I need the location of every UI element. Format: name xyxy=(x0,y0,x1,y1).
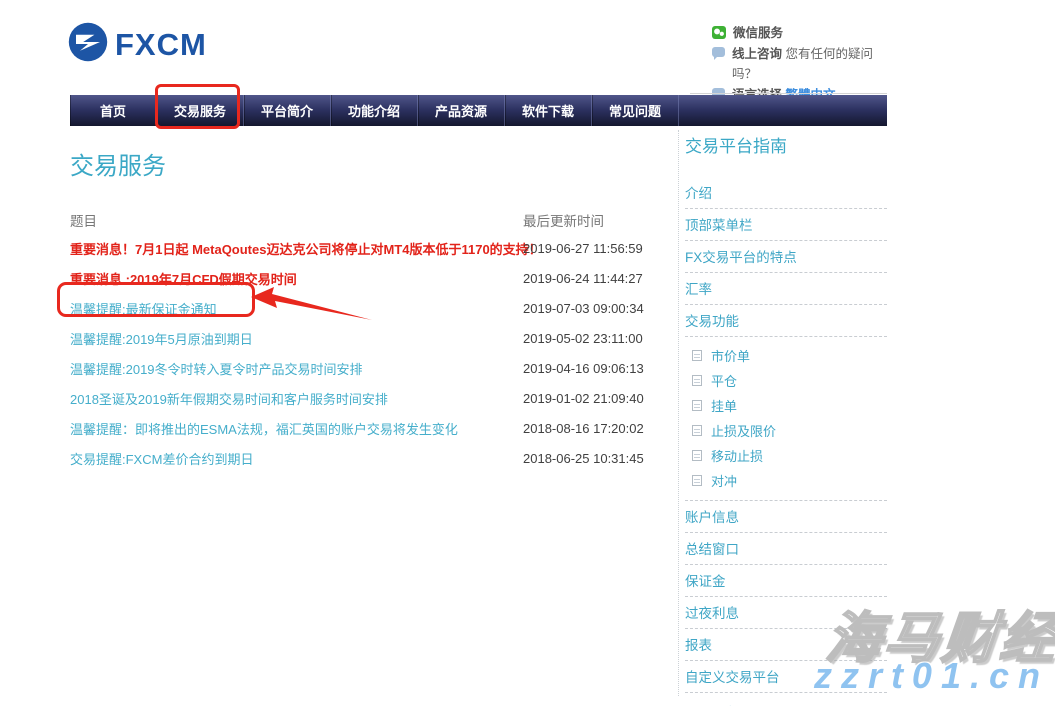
nav-home[interactable]: 首页 xyxy=(70,95,157,126)
announcement-date: 2019-05-02 23:11:00 xyxy=(523,331,643,346)
document-icon xyxy=(692,425,702,436)
announcement-link[interactable]: 温馨提醒：即将推出的ESMA法规，福汇英国的账户交易将发生变化 xyxy=(70,419,523,438)
announcement-date: 2019-06-27 11:56:59 xyxy=(523,241,643,256)
nav-software-download[interactable]: 软件下载 xyxy=(505,95,592,126)
nav-faq[interactable]: 常见问题 xyxy=(592,95,679,126)
sidebar-item-market-order[interactable]: 市价单 xyxy=(685,343,887,368)
wechat-icon xyxy=(712,26,726,39)
page-title: 交易服务 xyxy=(70,146,687,181)
sidebar-item-exchange-rate[interactable]: 汇率 xyxy=(685,273,887,305)
annotation-arrow xyxy=(249,286,374,329)
announcement-row: 温馨提醒:2019年5月原油到期日 2019-05-02 23:11:00 xyxy=(70,323,687,353)
sidebar-subgroup-trading-functions: 市价单 平仓 挂单 止损及限价 移动止损 对冲 xyxy=(685,337,887,501)
announcement-row: 温馨提醒：即将推出的ESMA法规，福汇英国的账户交易将发生变化 2018-08-… xyxy=(70,413,687,443)
online-chat-label: 线上咨询 xyxy=(732,47,782,61)
sidebar-item-label: 市价单 xyxy=(711,346,750,365)
nav-features[interactable]: 功能介绍 xyxy=(331,95,418,126)
document-icon xyxy=(692,450,702,461)
sidebar-item-language[interactable]: 语言 xyxy=(685,699,887,706)
announcement-date: 2018-08-16 17:20:02 xyxy=(523,421,644,436)
sidebar-item-top-menu-bar[interactable]: 顶部菜单栏 xyxy=(685,209,887,241)
sidebar-item-fx-platform-features[interactable]: FX交易平台的特点 xyxy=(685,241,887,273)
online-chat-text: 线上咨询 您有任何的疑问吗？ xyxy=(732,45,890,84)
announcement-date: 2019-07-03 09:00:34 xyxy=(523,301,644,316)
logo-wordmark: FXCM xyxy=(115,27,207,63)
announcement-link[interactable]: 2018圣诞及2019新年假期交易时间和客户服务时间安排 xyxy=(70,389,523,408)
announcement-link[interactable]: 重要消息！7月1日起 MetaQoutes迈达克公司将停止对MT4版本低于117… xyxy=(70,239,523,258)
sidebar-item-label: 止损及限价 xyxy=(711,421,776,440)
announcement-row: 2018圣诞及2019新年假期交易时间和客户服务时间安排 2019-01-02 … xyxy=(70,383,687,413)
announcement-link[interactable]: 交易提醒:FXCM差价合约到期日 xyxy=(70,449,523,468)
announcement-row: 重要消息！7月1日起 MetaQoutes迈达克公司将停止对MT4版本低于117… xyxy=(70,233,687,263)
watermark-site-url: zzrt01.cn xyxy=(814,655,1049,697)
column-header-updated: 最后更新时间 xyxy=(523,210,604,230)
sidebar-item-trailing-stop[interactable]: 移动止损 xyxy=(685,443,887,468)
sidebar-item-label: 移动止损 xyxy=(711,446,763,465)
announcement-row: 温馨提醒:2019冬令时转入夏令时产品交易时间安排 2019-04-16 09:… xyxy=(70,353,687,383)
sidebar-title: 交易平台指南 xyxy=(685,132,887,177)
sidebar-item-stop-limit[interactable]: 止损及限价 xyxy=(685,418,887,443)
sidebar-item-label: 挂单 xyxy=(711,396,737,415)
sidebar-item-hedging[interactable]: 对冲 xyxy=(685,468,887,493)
announcement-date: 2018-06-25 10:31:45 xyxy=(523,451,644,466)
fxcm-logo[interactable]: FXCM xyxy=(68,22,207,67)
nav-platform-intro[interactable]: 平台简介 xyxy=(244,95,331,126)
sidebar-item-trading-functions[interactable]: 交易功能 xyxy=(685,305,887,337)
wechat-service-label: 微信服务 xyxy=(733,24,783,43)
wechat-service-link[interactable]: 微信服务 xyxy=(712,24,890,43)
announcement-link[interactable]: 温馨提醒:2019冬令时转入夏令时产品交易时间安排 xyxy=(70,359,523,378)
chat-bubble-icon xyxy=(712,47,725,57)
sidebar-item-summary-window[interactable]: 总结窗口 xyxy=(685,533,887,565)
online-chat-link[interactable]: 线上咨询 您有任何的疑问吗？ xyxy=(712,45,890,84)
sidebar-item-account-info[interactable]: 账户信息 xyxy=(685,501,887,533)
nav-product-resources[interactable]: 产品资源 xyxy=(418,95,505,126)
announcement-date: 2019-04-16 09:06:13 xyxy=(523,361,644,376)
annotation-box-nav-trading-services xyxy=(155,84,240,129)
annotation-box-margin-notice xyxy=(57,282,255,317)
header-divider xyxy=(690,93,887,94)
announcement-row: 交易提醒:FXCM差价合约到期日 2018-06-25 10:31:45 xyxy=(70,443,687,473)
announcement-link[interactable]: 温馨提醒:2019年5月原油到期日 xyxy=(70,329,523,348)
announcement-date: 2019-06-24 11:44:27 xyxy=(523,271,643,286)
column-header-title: 题目 xyxy=(70,210,523,230)
fxcm-logo-icon xyxy=(68,22,108,67)
document-icon xyxy=(692,475,702,486)
sidebar-item-pending-order[interactable]: 挂单 xyxy=(685,393,887,418)
announcement-date: 2019-01-02 21:09:40 xyxy=(523,391,644,406)
document-icon xyxy=(692,350,702,361)
fxcm-trading-services-page: FXCM 微信服务 线上咨询 您有任何的疑问吗？ 语言选择 繁體中文 首页 交易… xyxy=(0,0,1055,706)
sidebar-item-label: 平仓 xyxy=(711,371,737,390)
sidebar-item-close-position[interactable]: 平仓 xyxy=(685,368,887,393)
sidebar-item-label: 语言 xyxy=(711,702,737,706)
document-icon xyxy=(692,375,702,386)
sidebar-item-intro[interactable]: 介绍 xyxy=(685,177,887,209)
table-header-row: 题目 最后更新时间 xyxy=(70,207,687,233)
document-icon xyxy=(692,400,702,411)
content-sidebar-divider xyxy=(678,130,679,696)
sidebar-item-label: 对冲 xyxy=(711,471,737,490)
